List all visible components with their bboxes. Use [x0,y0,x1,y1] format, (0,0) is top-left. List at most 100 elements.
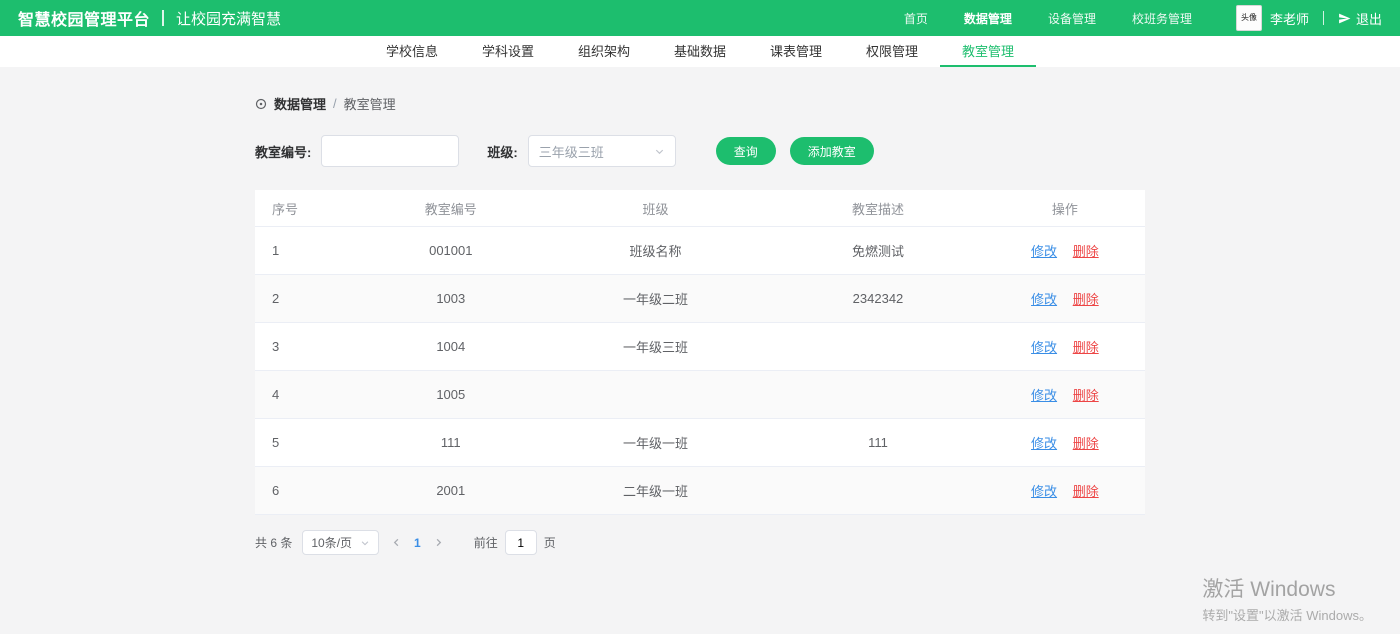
class-select[interactable]: 三年级三班 [527,135,676,167]
add-classroom-button[interactable]: 添加教室 [789,137,874,165]
tab-timetable[interactable]: 课表管理 [748,36,844,67]
cell-actions: 修改 删除 [985,481,1145,500]
windows-activation-watermark: 激活 Windows 转到"设置"以激活 Windows。 [1202,573,1372,624]
tab-classroom-management[interactable]: 教室管理 [940,36,1037,67]
delete-link[interactable]: 删除 [1073,388,1099,403]
prev-page-icon[interactable] [391,537,402,548]
delete-link[interactable]: 删除 [1073,244,1099,259]
column-header-class: 班级 [642,201,669,217]
column-header-actions: 操作 [1051,201,1078,217]
cell-room: 1003 [436,291,466,306]
breadcrumb-section[interactable]: 数据管理 [274,94,326,113]
column-header-room: 教室编号 [424,201,477,217]
class-select-value: 三年级三班 [538,144,604,160]
cell-index: 4 [272,387,280,402]
avatar[interactable]: 头像 [1235,5,1262,31]
delete-link[interactable]: 删除 [1073,292,1099,307]
edit-link[interactable]: 修改 [1031,340,1057,355]
classroom-table: 序号 教室编号 班级 教室描述 操作 1 001001 班级名称 免燃测试 修改… [255,190,1145,515]
breadcrumb-separator: / [333,96,337,111]
logout-label: 退出 [1355,11,1382,27]
cell-class: 一年级一班 [622,436,688,451]
header-right: 首页 数据管理 设备管理 校班务管理 头像 李老师 退出 [904,5,1382,31]
table-row: 2 1003 一年级二班 2342342 修改 删除 [255,275,1145,323]
cell-index: 3 [272,339,280,354]
page-size-select[interactable]: 10条/页 [302,530,380,555]
tab-school-info[interactable]: 学校信息 [364,36,460,67]
page-number[interactable]: 1 [414,536,421,550]
edit-link[interactable]: 修改 [1031,292,1057,307]
edit-link[interactable]: 修改 [1031,388,1057,403]
cell-desc: 免燃测试 [851,244,904,259]
edit-link[interactable]: 修改 [1031,484,1057,499]
cell-class: 二年级一班 [622,484,688,499]
top-nav-device-management[interactable]: 设备管理 [1048,10,1096,27]
cell-class: 一年级三班 [622,340,688,355]
chevron-down-icon [654,146,665,157]
tab-org-structure[interactable]: 组织架构 [556,36,652,67]
tab-base-data[interactable]: 基础数据 [652,36,748,67]
cell-index: 2 [272,291,280,306]
cell-room: 001001 [429,243,473,258]
column-header-desc: 教室描述 [851,201,904,217]
goto-label: 前往 [473,536,498,550]
pagination-total: 共 6 条 [255,536,293,550]
room-number-input[interactable] [321,135,460,167]
room-number-label: 教室编号: [255,144,312,160]
cell-index: 6 [272,483,280,498]
watermark-line2: 转到"设置"以激活 Windows。 [1202,608,1372,623]
edit-link[interactable]: 修改 [1031,244,1057,259]
app-slogan: 让校园充满智慧 [176,10,282,28]
cell-actions: 修改 删除 [985,289,1145,308]
cell-desc: 111 [868,435,888,450]
header-divider [1322,11,1324,25]
cell-actions: 修改 删除 [985,337,1145,356]
cell-actions: 修改 删除 [985,241,1145,260]
cell-index: 5 [272,435,280,450]
app-title: 智慧校园管理平台 [18,12,151,29]
username[interactable]: 李老师 [1270,9,1309,28]
cell-desc: 2342342 [852,291,904,306]
top-nav-class-affairs[interactable]: 校班务管理 [1132,10,1192,27]
page-suffix-label: 页 [543,536,556,550]
sub-nav-tabs: 学校信息 学科设置 组织架构 基础数据 课表管理 权限管理 教室管理 [0,36,1400,67]
top-nav: 首页 数据管理 设备管理 校班务管理 [904,10,1192,27]
edit-link[interactable]: 修改 [1031,436,1057,451]
location-icon [255,98,267,110]
table-header: 序号 教室编号 班级 教室描述 操作 [255,190,1145,227]
tab-subject-settings[interactable]: 学科设置 [460,36,556,67]
page-size-value: 10条/页 [311,536,353,550]
table-row: 3 1004 一年级三班 修改 删除 [255,323,1145,371]
brand-divider [162,10,165,26]
class-label: 班级: [487,144,518,160]
goto-page-input[interactable] [504,530,537,555]
cell-room: 111 [440,435,461,450]
cell-class: 班级名称 [629,244,682,259]
search-button[interactable]: 查询 [715,137,776,165]
logout-icon [1338,12,1351,25]
delete-link[interactable]: 删除 [1073,436,1099,451]
watermark-line1: 激活 Windows [1202,578,1336,601]
breadcrumb: 数据管理 / 教室管理 [255,94,1145,113]
cell-class: 一年级二班 [622,292,688,307]
delete-link[interactable]: 删除 [1073,484,1099,499]
main-content: 数据管理 / 教室管理 教室编号: 班级: 三年级三班 查询 添加教室 序号 教… [255,94,1145,555]
app-header: 智慧校园管理平台 让校园充满智慧 首页 数据管理 设备管理 校班务管理 头像 李… [0,0,1400,36]
cell-room: 2001 [436,483,466,498]
top-nav-home[interactable]: 首页 [904,10,928,27]
table-row: 6 2001 二年级一班 修改 删除 [255,467,1145,515]
breadcrumb-current: 教室管理 [343,97,396,112]
delete-link[interactable]: 删除 [1073,340,1099,355]
table-row: 1 001001 班级名称 免燃测试 修改 删除 [255,227,1145,275]
cell-room: 1005 [436,387,466,402]
top-nav-data-management[interactable]: 数据管理 [964,10,1012,27]
table-row: 5 111 一年级一班 111 修改 删除 [255,419,1145,467]
cell-actions: 修改 删除 [985,433,1145,452]
next-page-icon[interactable] [433,537,444,548]
filter-bar: 教室编号: 班级: 三年级三班 查询 添加教室 [255,135,1145,167]
user-area: 头像 李老师 退出 [1235,5,1382,31]
logout-button[interactable]: 退出 [1338,9,1382,28]
pagination: 共 6 条 10条/页 1 前往 页 [255,530,1145,555]
tab-permissions[interactable]: 权限管理 [844,36,940,67]
cell-actions: 修改 删除 [985,385,1145,404]
